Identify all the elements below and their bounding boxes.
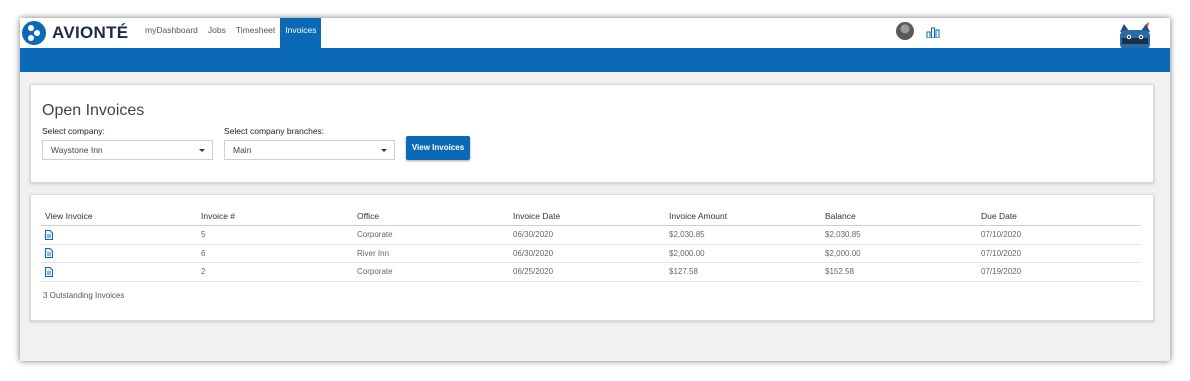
company-select-value: Waystone Inn	[51, 145, 103, 155]
table-row: 2 Corporate 06/25/2020 $127.58 $152.58 0…	[41, 262, 1141, 282]
bar-chart-icon[interactable]	[926, 26, 940, 38]
invoice-date-cell: 06/25/2020	[509, 262, 665, 282]
invoice-date-cell: 06/30/2020	[509, 244, 665, 263]
branch-select-label: Select company branches:	[224, 126, 325, 136]
table-row: 6 River Inn 06/30/2020 $2,000.00 $2,000.…	[41, 244, 1141, 263]
nav-mydashboard[interactable]: myDashboard	[140, 18, 203, 48]
outstanding-invoices-count: 3 Outstanding Invoices	[43, 291, 125, 300]
table-header-row: View Invoice Invoice # Office Invoice Da…	[41, 207, 1141, 226]
office-cell: Corporate	[353, 225, 509, 245]
view-invoice-cell	[41, 244, 197, 263]
company-select-label: Select company:	[42, 126, 105, 136]
header-banner	[20, 48, 1170, 72]
due-date-cell: 07/10/2020	[977, 225, 1141, 245]
nav-invoices[interactable]: Invoices	[280, 18, 322, 48]
column-header-office[interactable]: Office	[353, 207, 509, 226]
avionte-logo-icon	[22, 21, 46, 45]
balance-cell: $2,000.00	[821, 244, 977, 263]
balance-cell: $2,030.85	[821, 225, 977, 245]
due-date-cell: 07/10/2020	[977, 244, 1141, 263]
invoice-number-cell: 6	[197, 244, 353, 263]
document-icon[interactable]	[45, 266, 53, 277]
branch-select-value: Main	[233, 145, 252, 155]
invoices-table-panel: View Invoice Invoice # Office Invoice Da…	[30, 194, 1154, 321]
nav-timesheet[interactable]: Timesheet	[231, 18, 280, 48]
page-title: Open Invoices	[42, 102, 145, 119]
document-icon[interactable]	[45, 229, 53, 240]
invoice-amount-cell: $127.58	[665, 262, 821, 282]
view-invoice-cell	[41, 225, 197, 245]
app-window: AVIONTÉ myDashboard Jobs Timesheet Invoi…	[20, 18, 1170, 361]
view-invoices-button[interactable]: View Invoices	[406, 136, 470, 160]
column-header-invoice-number[interactable]: Invoice #	[197, 207, 353, 226]
invoice-filter-panel: Open Invoices Select company: Waystone I…	[30, 84, 1154, 183]
due-date-cell: 07/19/2020	[977, 262, 1141, 282]
chevron-down-icon	[381, 149, 387, 152]
invoice-amount-cell: $2,030.85	[665, 225, 821, 245]
nav-jobs[interactable]: Jobs	[203, 18, 231, 48]
chevron-down-icon	[199, 149, 205, 152]
column-header-due-date[interactable]: Due Date	[977, 207, 1141, 226]
mascot-icon[interactable]	[1116, 22, 1154, 50]
brand-name: AVIONTÉ	[52, 23, 129, 42]
column-header-view-invoice[interactable]: View Invoice	[41, 207, 197, 226]
table-row: 5 Corporate 06/30/2020 $2,030.85 $2,030.…	[41, 225, 1141, 245]
invoice-number-cell: 2	[197, 262, 353, 282]
company-select[interactable]: Waystone Inn	[42, 140, 213, 160]
invoice-date-cell: 06/30/2020	[509, 225, 665, 245]
invoice-amount-cell: $2,000.00	[665, 244, 821, 263]
main-nav: myDashboard Jobs Timesheet Invoices	[140, 18, 322, 48]
column-header-invoice-amount[interactable]: Invoice Amount	[665, 207, 821, 226]
office-cell: River Inn	[353, 244, 509, 263]
office-cell: Corporate	[353, 262, 509, 282]
brand-logo[interactable]: AVIONTÉ	[22, 21, 128, 45]
column-header-invoice-date[interactable]: Invoice Date	[509, 207, 665, 226]
document-icon[interactable]	[45, 248, 53, 259]
balance-cell: $152.58	[821, 262, 977, 282]
invoices-table: View Invoice Invoice # Office Invoice Da…	[41, 207, 1141, 282]
column-header-balance[interactable]: Balance	[821, 207, 977, 226]
user-avatar[interactable]	[896, 22, 914, 40]
branch-select[interactable]: Main	[224, 140, 395, 160]
invoice-number-cell: 5	[197, 225, 353, 245]
view-invoice-cell	[41, 262, 197, 282]
top-navigation-bar: AVIONTÉ myDashboard Jobs Timesheet Invoi…	[20, 18, 1170, 50]
